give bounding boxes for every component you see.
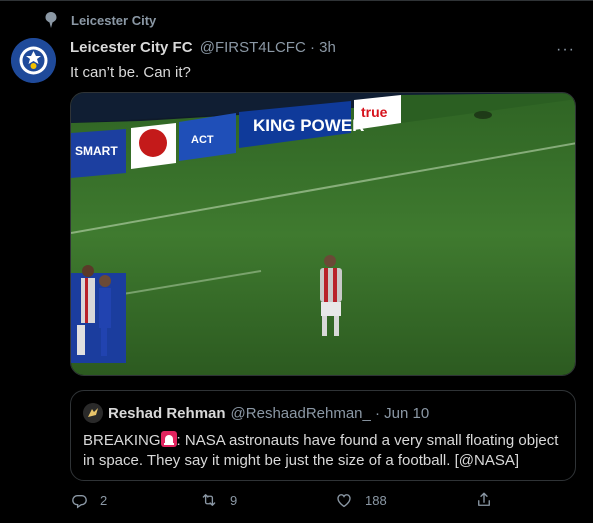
reply-count: 2 [100, 492, 108, 508]
siren-emoji-icon [160, 431, 177, 447]
reply-button[interactable]: 2 [70, 491, 107, 509]
ad-board-text: KING POWER [253, 116, 364, 135]
football-pitch-photo: SMART ACT KING POWER true [71, 93, 575, 375]
tweet-media-image[interactable]: SMART ACT KING POWER true [70, 92, 576, 376]
quoted-tweet-text: BREAKING: NASA astronauts have found a v… [83, 431, 563, 471]
quoted-tweet[interactable]: Reshad Rehman @ReshaadRehman_ · Jun 10 B… [70, 390, 576, 481]
heart-icon [337, 494, 351, 508]
like-count: 188 [365, 492, 387, 508]
quoted-tweet-header: Reshad Rehman @ReshaadRehman_ · Jun 10 [83, 403, 429, 423]
players-group [71, 265, 126, 363]
pin-icon [45, 12, 57, 28]
retweet-icon [202, 494, 216, 506]
social-context-label: Leicester City [71, 13, 157, 28]
author-name[interactable]: Leicester City FC [70, 39, 193, 56]
more-options-button[interactable]: ··· [556, 41, 575, 59]
ad-board-text: ACT [191, 134, 214, 146]
avatar[interactable] [11, 38, 56, 83]
social-context[interactable]: Leicester City [44, 12, 156, 28]
quoted-author-name: Reshad Rehman [108, 404, 226, 422]
quoted-avatar-image [83, 403, 103, 423]
reply-icon [72, 494, 87, 509]
quoted-author-handle-and-time: @ReshaadRehman_ · Jun 10 [230, 404, 430, 422]
retweet-button[interactable]: 9 [200, 491, 237, 509]
share-button[interactable] [475, 491, 493, 509]
tweet-text: It can’t be. Can it? [70, 64, 191, 81]
ad-board-text: true [361, 104, 388, 120]
share-icon [478, 492, 490, 506]
tweet[interactable]: Leicester City Leicester City FC @FIRST4… [0, 0, 593, 523]
club-crest-image [11, 38, 56, 83]
quoted-avatar[interactable] [83, 403, 103, 423]
author-handle-and-time[interactable]: @FIRST4LCFC · 3h [200, 39, 336, 56]
tweet-actions: 2 9 188 [70, 491, 550, 511]
retweet-count: 9 [230, 492, 238, 508]
quoted-text-breaking: BREAKING [83, 432, 161, 449]
tweet-header: Leicester City FC @FIRST4LCFC · 3h [70, 39, 336, 56]
ad-board-text: SMART [75, 144, 118, 158]
like-button[interactable]: 188 [335, 491, 387, 509]
